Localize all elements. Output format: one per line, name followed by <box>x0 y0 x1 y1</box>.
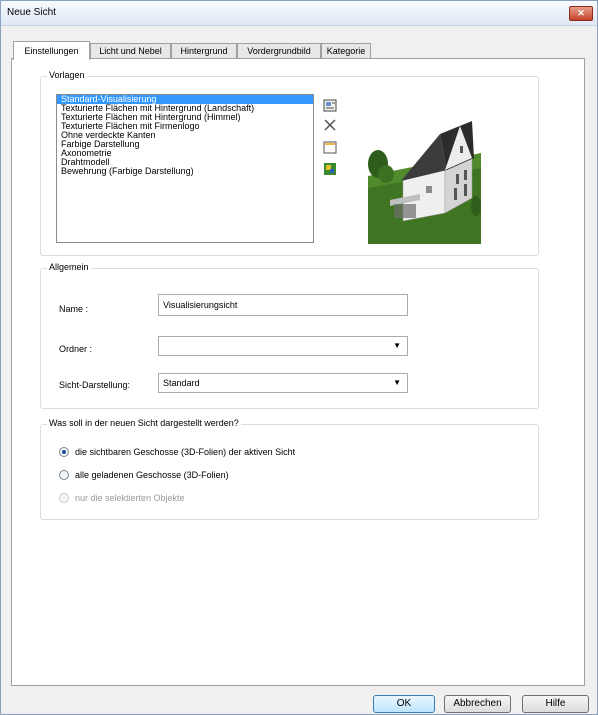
tab-kategorie[interactable]: Kategorie <box>321 43 371 58</box>
chevron-down-icon: ▼ <box>393 341 401 350</box>
option-label: alle geladenen Geschosse (3D-Folien) <box>75 470 229 480</box>
display-combobox-value: Standard <box>163 378 200 388</box>
dialog-window: Neue Sicht ✕ Einstellungen Licht und Neb… <box>0 0 598 715</box>
option-label: die sichtbaren Geschosse (3D-Folien) der… <box>75 447 296 457</box>
window-title: Neue Sicht <box>7 7 56 18</box>
title-bar: Neue Sicht ✕ <box>1 1 597 26</box>
tab-licht-und-nebel[interactable]: Licht und Nebel <box>90 43 171 58</box>
ok-button[interactable]: OK <box>373 695 435 713</box>
templates-group-label: Vorlagen <box>47 70 87 80</box>
color-settings-button[interactable] <box>322 161 338 177</box>
template-item[interactable]: Bewehrung (Farbige Darstellung) <box>57 167 313 176</box>
edit-template-button[interactable] <box>322 139 338 155</box>
radio-button[interactable] <box>59 447 69 457</box>
delete-icon <box>324 119 336 131</box>
tab-einstellungen[interactable]: Einstellungen <box>13 41 90 60</box>
radio-button[interactable] <box>59 470 69 480</box>
templates-group: Vorlagen Standard-Visualisierung Texturi… <box>40 70 539 256</box>
radio-button <box>59 493 69 503</box>
folder-combobox[interactable]: ▼ <box>158 336 408 356</box>
cancel-button[interactable]: Abbrechen <box>444 695 511 713</box>
display-label: Sicht-Darstellung: <box>59 380 131 390</box>
name-input[interactable]: Visualisierungsicht <box>158 294 408 316</box>
delete-template-button[interactable] <box>322 117 338 133</box>
tab-panel-einstellungen: Vorlagen Standard-Visualisierung Texturi… <box>11 58 585 686</box>
templates-listbox[interactable]: Standard-Visualisierung Texturierte Fläc… <box>56 94 314 243</box>
color-settings-icon <box>324 163 336 175</box>
option-label: nur die selektierten Objekte <box>75 493 185 503</box>
help-button[interactable]: Hilfe <box>522 695 589 713</box>
new-template-button[interactable] <box>322 97 338 113</box>
name-label: Name : <box>59 304 89 314</box>
close-button[interactable]: ✕ <box>569 6 593 21</box>
new-template-icon <box>323 99 337 112</box>
folder-label: Ordner : <box>59 344 93 354</box>
template-preview-image <box>368 88 481 244</box>
show-options-group-label: Was soll in der neuen Sicht dargestellt … <box>47 418 241 428</box>
display-combobox[interactable]: Standard ▼ <box>158 373 408 393</box>
chevron-down-icon: ▼ <box>393 378 401 387</box>
edit-icon <box>323 141 337 154</box>
tab-hintergrund[interactable]: Hintergrund <box>171 43 237 58</box>
general-group-label: Allgemein <box>47 262 91 272</box>
general-group: Allgemein Name : Visualisierungsicht Ord… <box>40 262 539 409</box>
show-options-group: Was soll in der neuen Sicht dargestellt … <box>40 418 539 520</box>
tab-vordergrundbild[interactable]: Vordergrundbild <box>237 43 321 58</box>
